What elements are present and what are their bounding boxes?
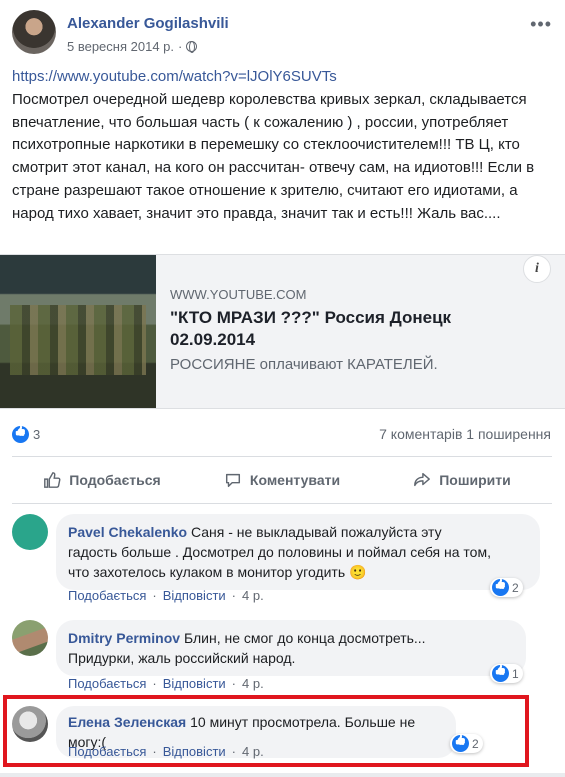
like-button[interactable]: Подобається (12, 457, 192, 503)
post-meta: 5 вересня 2014 р. · (67, 39, 198, 54)
more-dots-icon[interactable]: ••• (530, 14, 552, 35)
like-reaction-icon (492, 579, 509, 596)
share-button[interactable]: Поширити (372, 457, 552, 503)
preview-description: РОССИЯНЕ оплачивают КАРАТЕЛЕЙ. (170, 356, 438, 373)
comment-actions: Подобається · Відповісти · 4 р. (68, 588, 264, 603)
preview-domain: WWW.YOUTUBE.COM (170, 287, 307, 302)
post-body: https://www.youtube.com/watch?v=lJOlY6SU… (12, 66, 542, 226)
comment-text-line: что захотелось кулаком в монитор угодить… (68, 564, 367, 580)
author-avatar[interactable] (12, 10, 56, 54)
action-separator: · (231, 676, 237, 691)
author-name[interactable]: Alexander Gogilashvili (67, 15, 229, 32)
comment-reaction-count: 1 (512, 666, 519, 681)
comment-like-link[interactable]: Подобається (68, 588, 146, 603)
comment-age[interactable]: 4 р. (242, 676, 264, 691)
share-label: Поширити (439, 472, 511, 488)
video-thumbnail[interactable] (0, 255, 156, 408)
link-preview[interactable]: WWW.YOUTUBE.COM "КТО МРАЗИ ???" Россия Д… (0, 254, 565, 409)
comment-item: Pavel Chekalenko Саня - не выкладывай по… (12, 514, 552, 604)
comment-item: Dmitry Perminov Блин, не смог до конца д… (12, 620, 552, 692)
meta-separator: · (178, 39, 183, 54)
comment-reply-link[interactable]: Відповісти (163, 676, 226, 691)
commenter-avatar[interactable] (12, 514, 48, 550)
post-text: Посмотрел очередной шедевр королевства к… (12, 90, 535, 222)
action-separator: · (231, 588, 237, 603)
like-reaction-icon (492, 665, 509, 682)
comment-text-line: Блин, не смог до конца досмотреть... (183, 630, 426, 646)
comment-text-line: Саня - не выкладывай пожалуйста эту (190, 524, 442, 540)
info-icon[interactable]: i (523, 255, 551, 283)
like-count: 3 (33, 427, 41, 442)
thumbs-up-icon (44, 472, 61, 488)
post-date[interactable]: 5 вересня 2014 р. (67, 39, 174, 54)
comment-label: Коментувати (249, 472, 341, 488)
commenter-name[interactable]: Pavel Chekalenko (68, 524, 187, 540)
reaction-summary[interactable]: 3 (12, 426, 40, 443)
bottom-divider (0, 773, 565, 777)
comment-reactions[interactable]: 2 (490, 578, 523, 597)
comment-button[interactable]: Коментувати (192, 457, 372, 503)
comment-text-line: Придурки, жаль российский народ. (68, 650, 296, 666)
comment-reactions[interactable]: 1 (490, 664, 523, 683)
comment-bubble-icon (225, 473, 240, 488)
highlight-box (3, 695, 529, 767)
post-link[interactable]: https://www.youtube.com/watch?v=lJOlY6SU… (12, 66, 542, 89)
comments-shares-count[interactable]: 7 коментарів 1 поширення (379, 426, 551, 442)
comment-age[interactable]: 4 р. (242, 588, 264, 603)
comment-like-link[interactable]: Подобається (68, 676, 146, 691)
post-header: Alexander Gogilashvili 5 вересня 2014 р.… (12, 10, 552, 60)
comment-actions: Подобається · Відповісти · 4 р. (68, 676, 264, 691)
comment-bubble: Dmitry Perminov Блин, не смог до конца д… (56, 620, 526, 676)
globe-icon[interactable] (186, 41, 198, 53)
preview-title[interactable]: "КТО МРАЗИ ???" Россия Донецк 02.09.2014 (170, 307, 510, 351)
action-separator: · (152, 588, 157, 603)
comment-reply-link[interactable]: Відповісти (163, 588, 226, 603)
action-bar: Подобається Коментувати Поширити (12, 456, 552, 504)
comment-text-line: гадость больше . Досмотрел до половины и… (68, 544, 491, 560)
comment-reaction-count: 2 (512, 580, 519, 595)
like-label: Подобається (69, 472, 161, 488)
commenter-avatar[interactable] (12, 620, 48, 656)
commenter-name[interactable]: Dmitry Perminov (68, 630, 180, 646)
like-reaction-icon (12, 426, 29, 443)
comment-bubble: Pavel Chekalenko Саня - не выкладывай по… (56, 514, 540, 590)
share-arrow-icon (414, 472, 431, 487)
action-separator: · (152, 676, 157, 691)
